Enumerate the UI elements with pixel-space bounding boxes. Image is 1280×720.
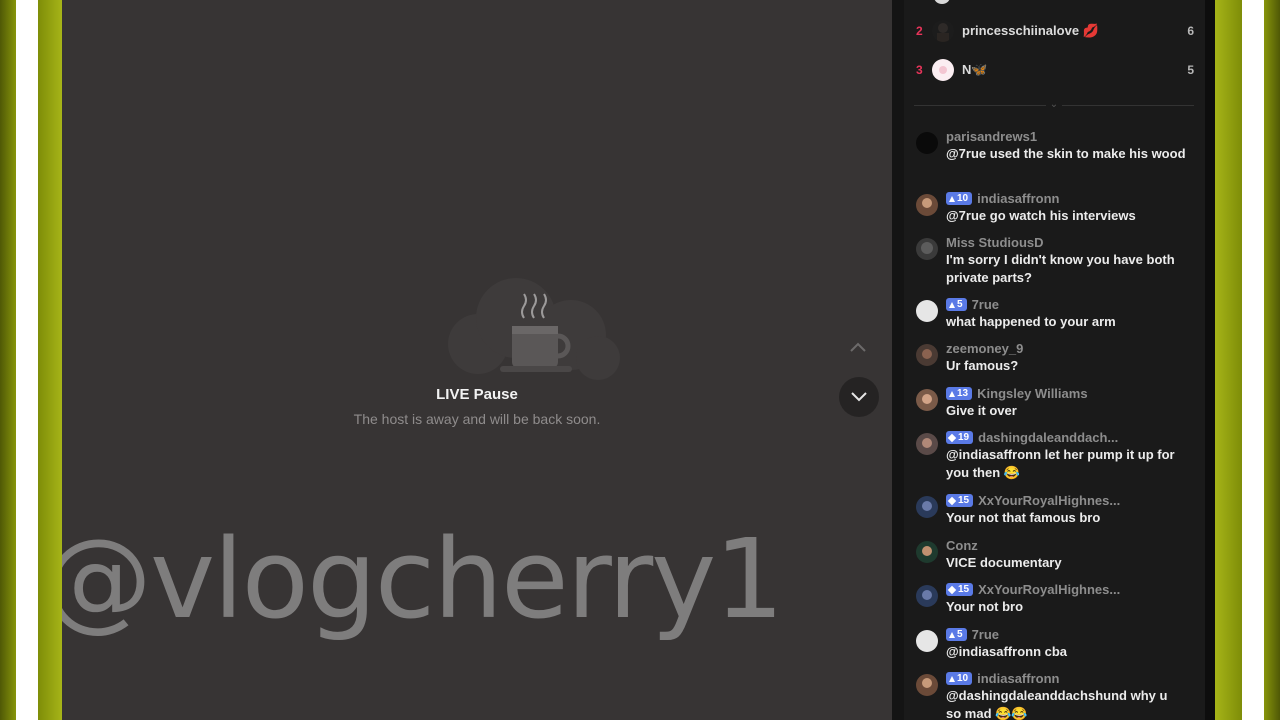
chat-username[interactable]: Miss StudiousD xyxy=(946,235,1044,250)
avatar xyxy=(934,0,950,4)
rank-number: 3 xyxy=(916,63,923,77)
avatar xyxy=(916,433,938,455)
avatar xyxy=(916,496,938,518)
chat-username[interactable]: zeemoney_9 xyxy=(946,341,1023,356)
watermark-text: @vlogcherry1 xyxy=(62,515,784,643)
chat-username[interactable]: Conz xyxy=(946,538,978,553)
live-video-area: LIVE Pause The host is away and will be … xyxy=(62,0,892,720)
avatar xyxy=(916,238,938,260)
rank-number: 2 xyxy=(916,24,923,38)
chat-text: @indiasaffronn let her pump it up for yo… xyxy=(946,447,1175,480)
chat-text: @7rue used the skin to make his wood xyxy=(946,146,1186,161)
chat-username[interactable]: XxYourRoyalHighnes... xyxy=(978,493,1120,508)
level-badge: 13 xyxy=(946,387,973,400)
level-badge: 19 xyxy=(946,431,974,444)
chat-text: what happened to your arm xyxy=(946,314,1116,329)
frame-right-border xyxy=(1264,0,1280,720)
chevron-up-icon xyxy=(850,342,866,352)
expand-leaderboard-icon[interactable]: ⌄ xyxy=(1046,98,1062,112)
avatar xyxy=(916,344,938,366)
frame-right-inner-border xyxy=(1215,0,1242,720)
level-badge: 5 xyxy=(946,628,967,641)
frame-left-white-border xyxy=(16,0,38,720)
chat-username[interactable]: 7rue xyxy=(972,627,999,642)
chat-text: Ur famous? xyxy=(946,358,1019,373)
avatar xyxy=(916,674,938,696)
chat-username[interactable]: XxYourRoyalHighnes... xyxy=(978,582,1120,597)
next-live-button[interactable] xyxy=(839,377,879,417)
frame-left-border xyxy=(0,0,16,720)
coffee-cup-icon xyxy=(446,270,626,380)
panel-divider xyxy=(892,0,904,720)
avatar xyxy=(932,20,954,42)
previous-live-button[interactable] xyxy=(839,328,877,366)
avatar xyxy=(916,300,938,322)
avatar xyxy=(916,194,938,216)
chat-text: @7rue go watch his interviews xyxy=(946,208,1136,223)
level-badge: 10 xyxy=(946,192,973,205)
avatar xyxy=(916,541,938,563)
chat-text: Give it over xyxy=(946,403,1017,418)
leaderboard-score: 5 xyxy=(1187,63,1194,77)
leaderboard-score: 6 xyxy=(1187,24,1194,38)
level-badge: 10 xyxy=(946,672,973,685)
pause-subtitle: The host is away and will be back soon. xyxy=(353,411,601,427)
pause-title: LIVE Pause xyxy=(436,386,518,403)
chat-username[interactable]: indiasaffronn xyxy=(977,671,1059,686)
chat-username[interactable]: 7rue xyxy=(972,297,999,312)
avatar xyxy=(916,630,938,652)
frame-right-white-border xyxy=(1242,0,1264,720)
avatar xyxy=(916,389,938,411)
level-badge: 15 xyxy=(946,494,974,507)
avatar xyxy=(916,132,938,154)
chat-text: @indiasaffronn cba xyxy=(946,644,1068,659)
avatar xyxy=(916,585,938,607)
chat-text: @dashingdaleanddachshund why u so mad 😂😂 xyxy=(946,688,1168,720)
chat-text: Your not bro xyxy=(946,599,1024,614)
chat-username[interactable]: indiasaffronn xyxy=(977,191,1059,206)
leaderboard-row[interactable]: 2 princesschiinalove 💋 6 xyxy=(904,18,1205,44)
panel-edge xyxy=(1205,0,1215,720)
chat-text: VICE documentary xyxy=(946,555,1062,570)
leaderboard-user-name: N🦋 xyxy=(962,62,988,77)
level-badge: 15 xyxy=(946,583,974,596)
leaderboard-row[interactable]: 3 N🦋 5 xyxy=(904,57,1205,83)
chat-text: I'm sorry I didn't know you have both pr… xyxy=(946,252,1175,285)
chevron-down-icon xyxy=(851,392,867,402)
chat-username[interactable]: dashingdaleanddach... xyxy=(978,430,1118,445)
chat-username[interactable]: Kingsley Williams xyxy=(977,386,1087,401)
chat-panel: 2 princesschiinalove 💋 6 3 N🦋 5 ⌄ parisa… xyxy=(904,0,1205,720)
chat-username[interactable]: parisandrews1 xyxy=(946,129,1037,144)
avatar xyxy=(932,59,954,81)
level-badge: 5 xyxy=(946,298,967,311)
frame-left-inner-border xyxy=(38,0,62,720)
chat-text: Your not that famous bro xyxy=(946,510,1101,525)
leaderboard-user-name: princesschiinalove 💋 xyxy=(962,23,1099,38)
